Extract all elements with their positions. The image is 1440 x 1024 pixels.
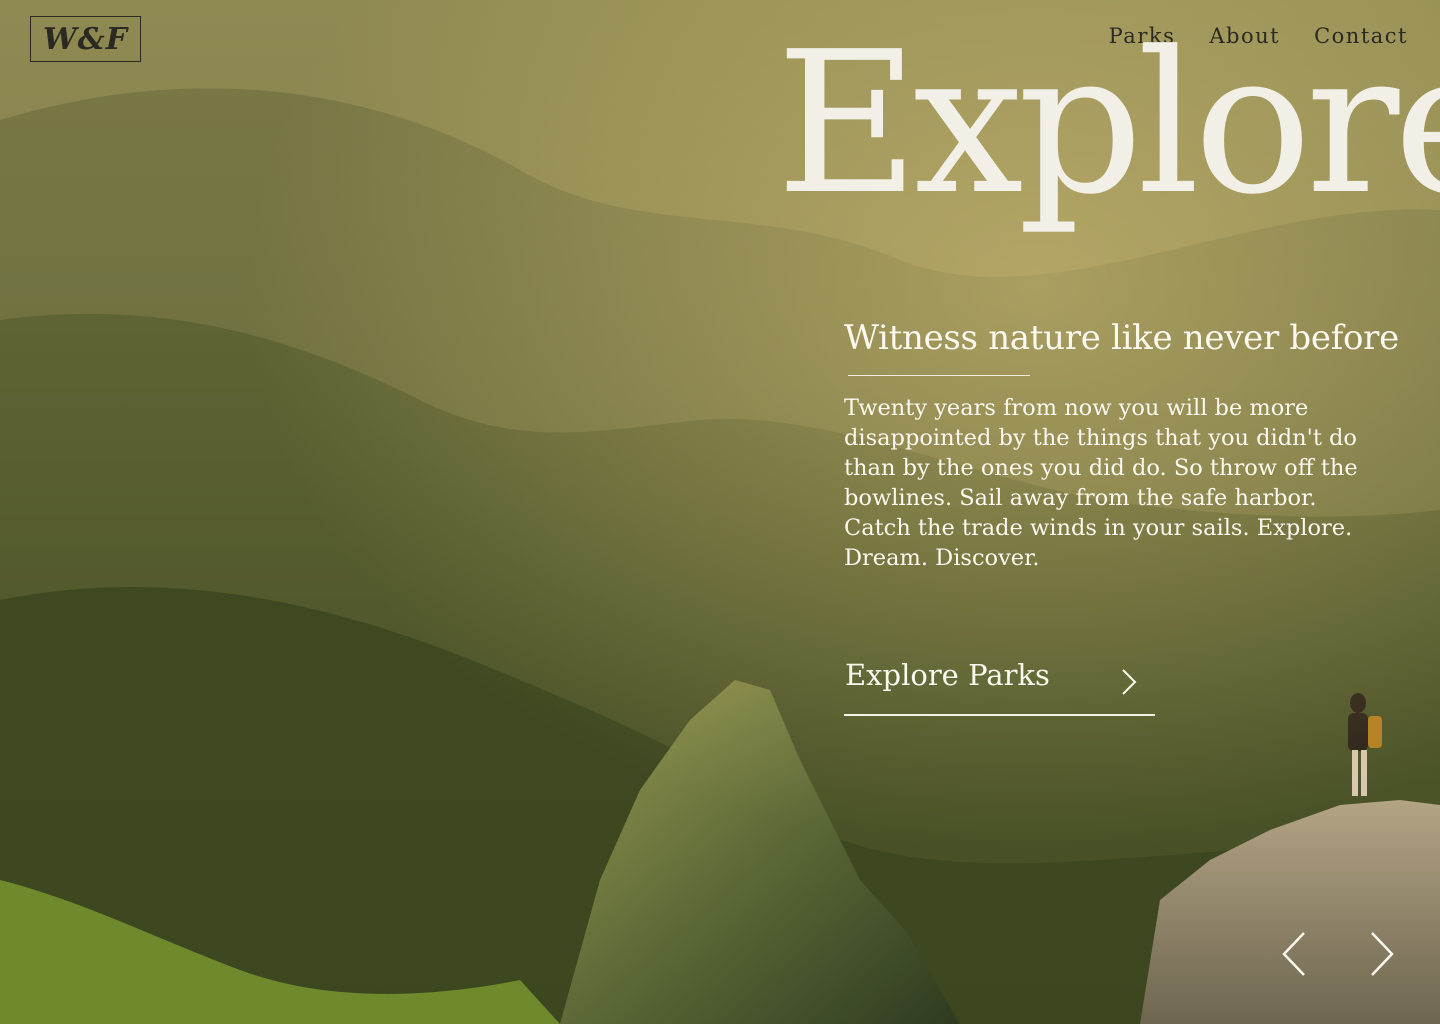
hero-subtitle: Witness nature like never before bbox=[844, 318, 1399, 358]
logo-text: W&F bbox=[42, 21, 129, 57]
hero-title: Explore bbox=[776, 10, 1440, 238]
chevron-right-icon bbox=[1122, 669, 1137, 695]
slider-next-button[interactable] bbox=[1366, 930, 1396, 978]
brand-logo[interactable]: W&F bbox=[30, 16, 141, 62]
hero-quote: Twenty years from now you will be more d… bbox=[844, 395, 1358, 571]
explore-parks-button[interactable]: Explore Parks bbox=[844, 658, 1155, 716]
slider-prev-button[interactable] bbox=[1280, 930, 1310, 978]
explore-parks-label: Explore Parks bbox=[845, 658, 1050, 692]
subtitle-divider bbox=[848, 375, 1030, 376]
